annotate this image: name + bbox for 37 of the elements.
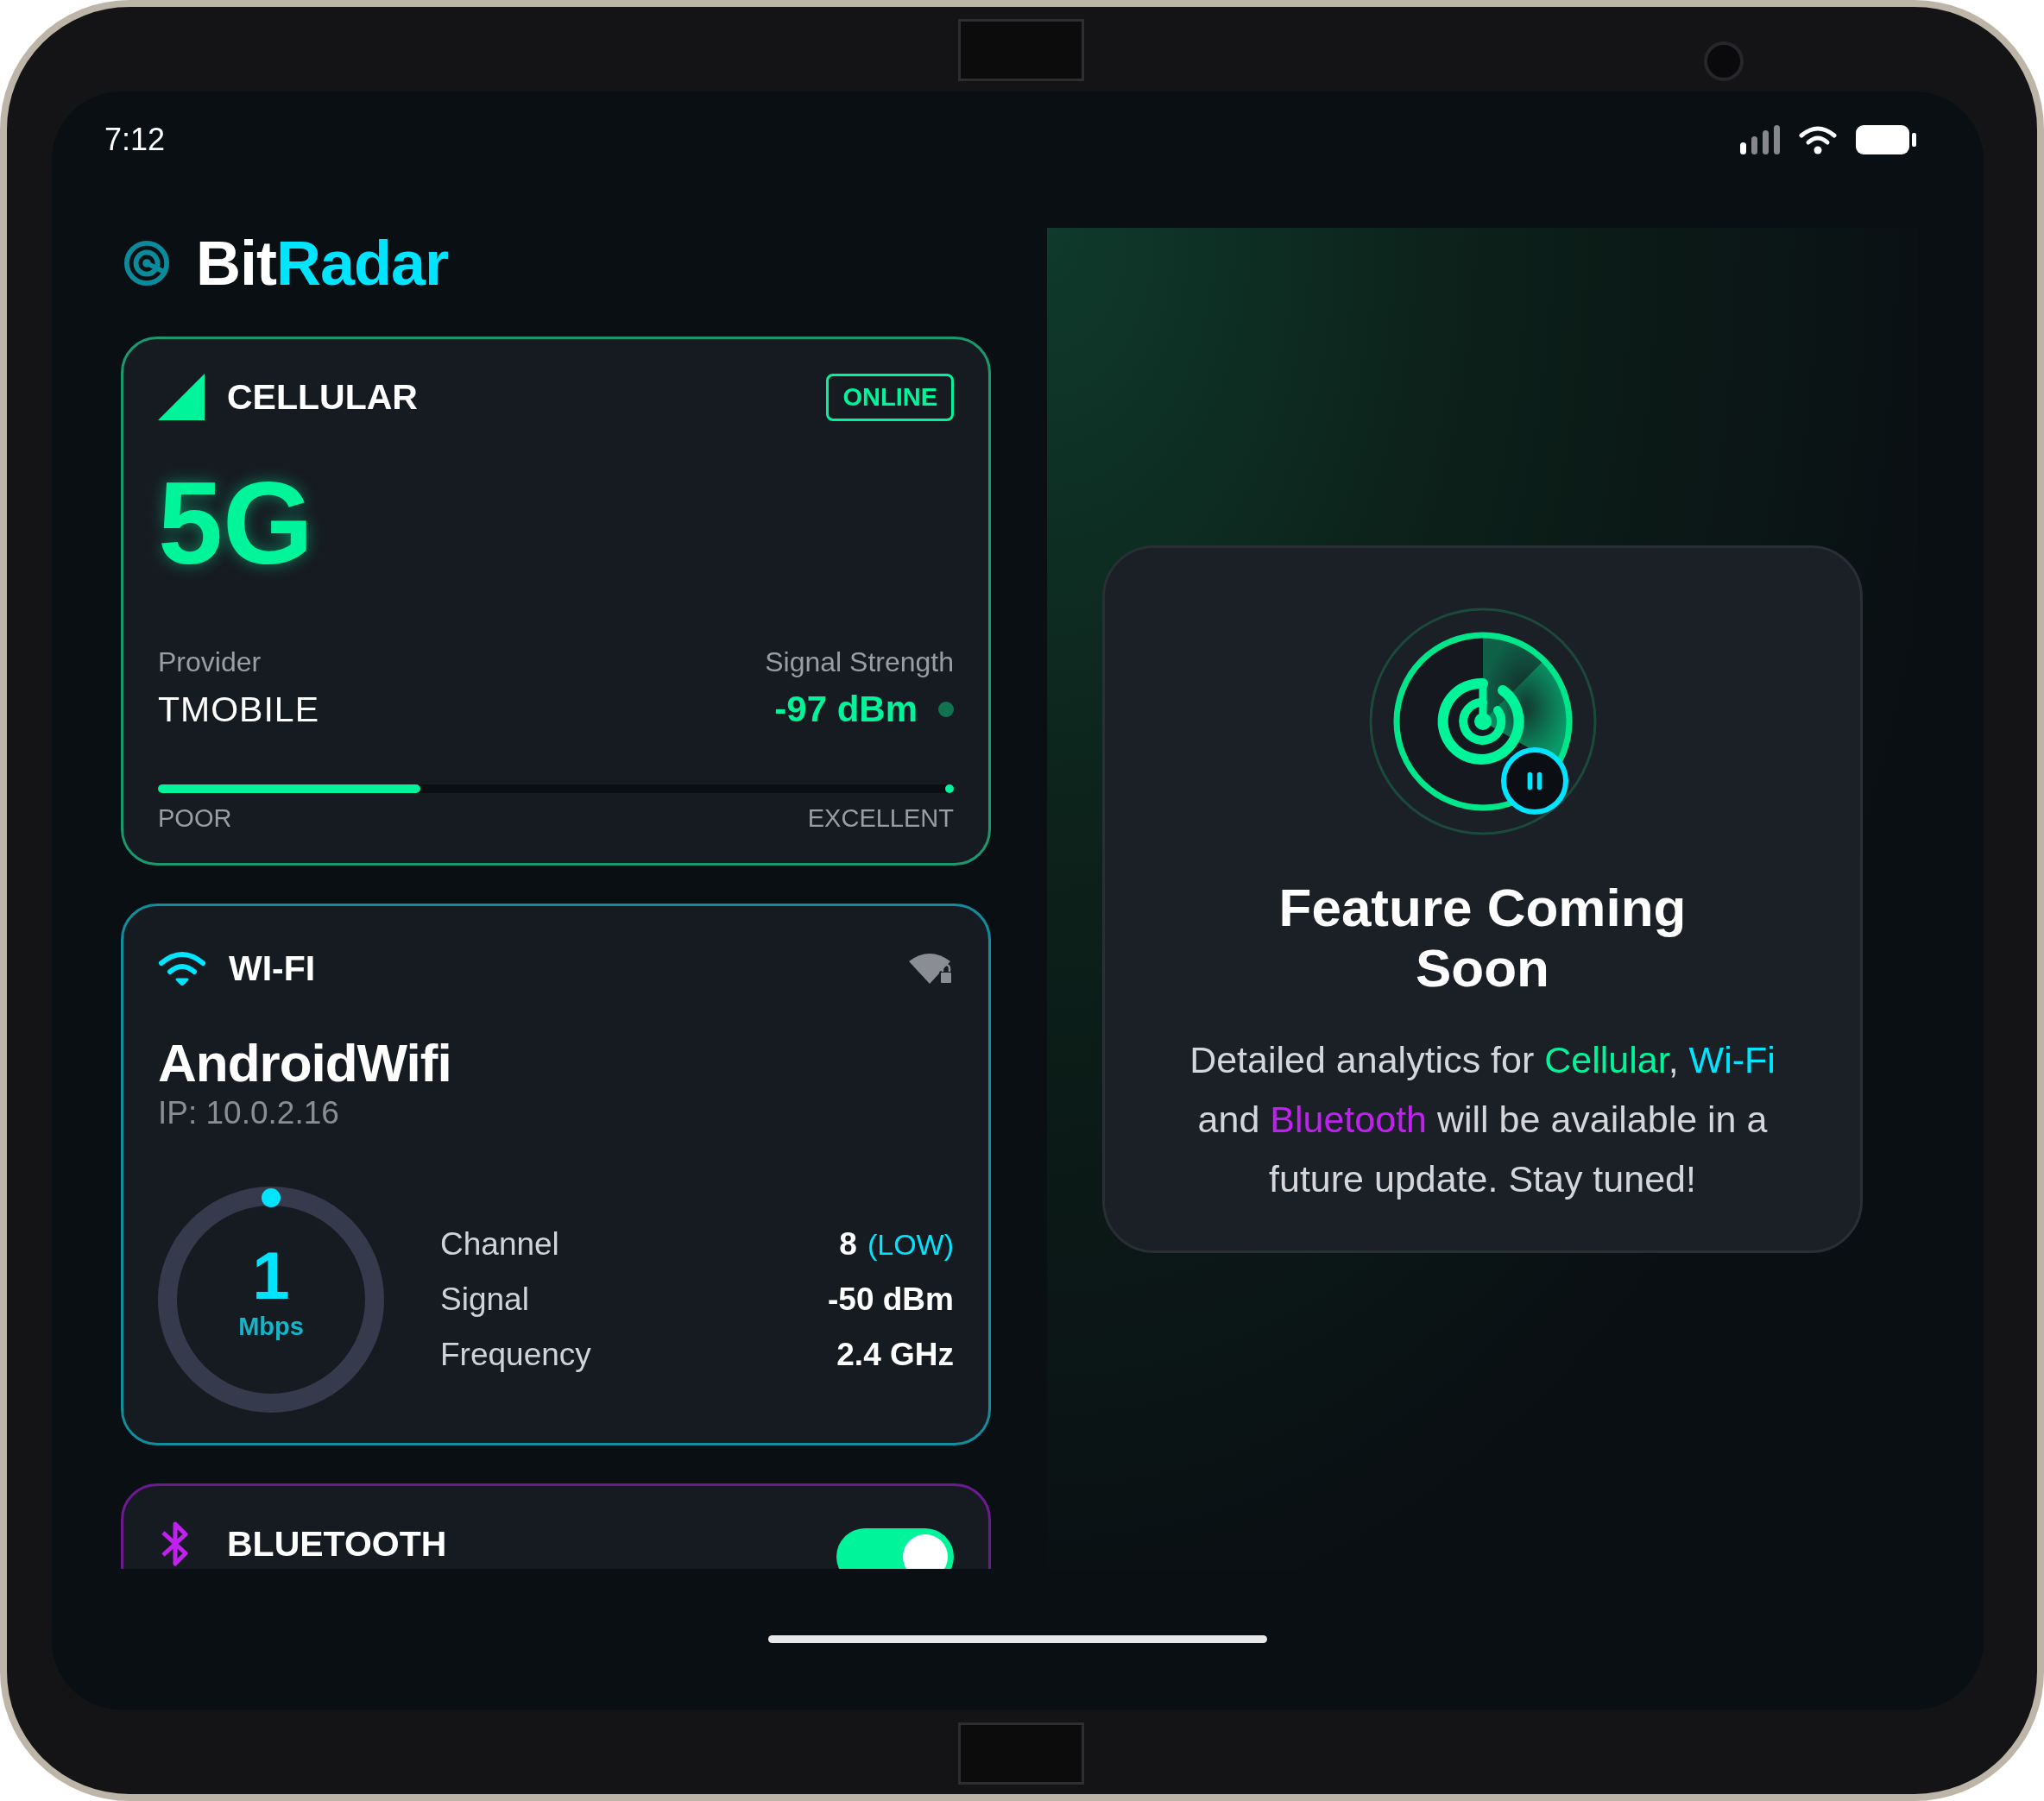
signal-strength-label: Signal Strength [765,645,954,679]
status-time: 7:12 [104,122,166,158]
locked-wifi-icon [907,951,954,986]
detail-label: Frequency [440,1337,591,1373]
detail-label: Channel [440,1226,559,1263]
cell-signal-icon [1740,125,1780,154]
feature-description: Detailed analytics for Cellular, Wi-Fi and Bluetooth will be available in a future update. Stay tuned! [1189,1038,1776,1201]
bluetooth-toggle[interactable] [836,1528,954,1569]
card-title: BLUETOOTH [227,1523,448,1565]
wifi-icon [1799,125,1837,154]
feature-title: Feature Coming Soon [1278,878,1688,998]
speed-unit: Mbps [238,1312,304,1342]
scale-label: POOR [158,803,232,833]
detail-value: -50 dBm [828,1281,954,1318]
signal-strength-value: -97 dBm [774,689,918,730]
network-type: 5G [158,463,315,584]
scale-label: EXCELLENT [807,803,954,833]
battery-icon [1856,125,1916,154]
speed-value: 1 [252,1240,290,1311]
network-name: AndroidWifi [158,1033,452,1093]
camera-lens [1704,41,1744,81]
status-badge: ONLINE [826,373,954,421]
radar-logo-icon [123,240,170,287]
detail-value: 2.4 GHz [836,1337,954,1373]
provider-label: Provider [158,645,262,679]
provider-name: TMOBILE [158,689,319,731]
detail-note: (LOW) [867,1228,954,1262]
app-title: BitRadar [196,228,449,299]
card-title: CELLULAR [227,376,419,418]
ip-address: IP: 10.0.2.16 [158,1094,340,1132]
meter-end-dot [945,784,954,793]
detail-value: 8 [839,1226,857,1263]
wifi-icon [158,951,206,986]
status-dot [938,702,954,717]
cellular-signal-icon [158,374,205,420]
detail-label: Signal [440,1281,529,1318]
card-title: WI-FI [229,948,317,989]
